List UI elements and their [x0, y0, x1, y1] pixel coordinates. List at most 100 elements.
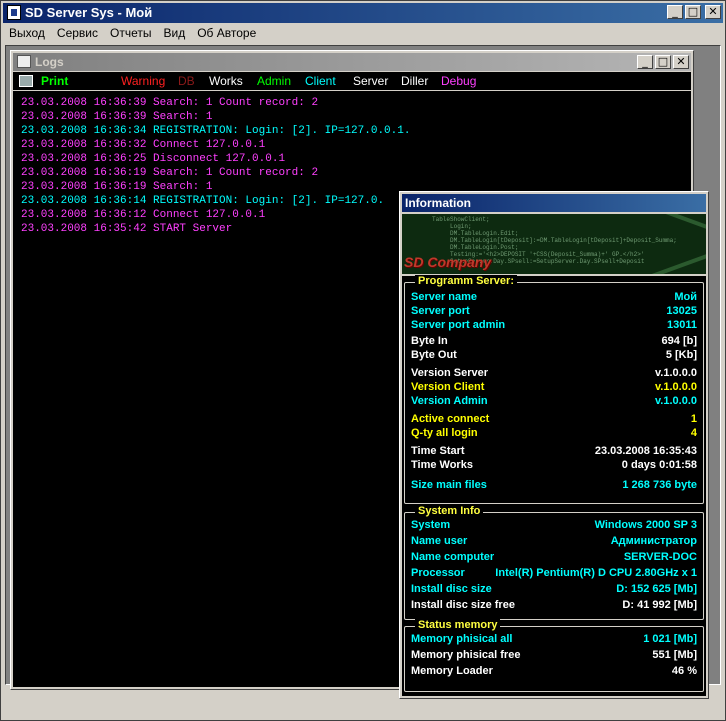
- info-row-label: Name user: [411, 535, 468, 547]
- log-filter-bar: Print Warning DB Works Admin Client Serv…: [13, 72, 691, 90]
- info-row-label: Version Admin: [411, 395, 488, 407]
- company-banner: TableShowClient; Login; DM.TableLogin.Ed…: [402, 214, 706, 274]
- info-row-label: Memory phisical all: [411, 633, 513, 645]
- logs-title: Logs: [35, 55, 64, 69]
- filter-warning[interactable]: Warning: [121, 74, 165, 88]
- log-line: 23.03.2008 16:36:34 REGISTRATION: Login:…: [21, 125, 411, 137]
- maximize-button[interactable]: □: [685, 5, 701, 19]
- info-row: Time Start 23.03.2008 16:35:43: [411, 445, 697, 459]
- menu-exit[interactable]: Выход: [3, 25, 51, 43]
- menu-about[interactable]: Об Авторе: [191, 25, 262, 43]
- company-logo: SD Company: [404, 254, 492, 270]
- info-row-label: Memory phisical free: [411, 649, 521, 661]
- info-row: Install disc size free D: 41 992 [Mb]: [411, 599, 697, 613]
- info-row-value: D: 41 992 [Mb]: [622, 599, 697, 611]
- info-row-value: 1 268 736 byte: [622, 479, 697, 491]
- filter-works[interactable]: Works: [209, 74, 243, 88]
- info-row: Name computer SERVER-DOC: [411, 551, 697, 565]
- info-row-value: 694 [b]: [661, 335, 697, 347]
- app-icon[interactable]: [7, 5, 21, 20]
- menu-view[interactable]: Вид: [157, 25, 191, 43]
- info-row-label: Server port: [411, 305, 470, 317]
- info-row: Memory phisical free 551 [Mb]: [411, 649, 697, 663]
- log-line: 23.03.2008 16:35:42 START Server: [21, 223, 233, 235]
- info-row-value: Администратор: [610, 535, 697, 547]
- info-row-value: 551 [Mb]: [652, 649, 697, 661]
- menu-service[interactable]: Сервис: [51, 25, 104, 43]
- log-line: 23.03.2008 16:36:25 Disconnect 127.0.0.1: [21, 153, 286, 165]
- info-row: System Windows 2000 SP 3: [411, 519, 697, 533]
- info-row-label: Byte In: [411, 335, 448, 347]
- info-row: Name user Администратор: [411, 535, 697, 549]
- info-row-label: Name computer: [411, 551, 495, 563]
- info-row-label: Install disc size free: [411, 599, 515, 611]
- info-row-value: 46 %: [671, 665, 697, 677]
- info-row-label: Byte Out: [411, 349, 457, 361]
- filter-debug[interactable]: Debug: [441, 74, 476, 88]
- info-row-value: SERVER-DOC: [623, 551, 697, 563]
- logs-title-bar[interactable]: Logs _ □ ✕: [13, 53, 691, 71]
- programm-server-group: Programm Server: Server name Мой Server po…: [404, 275, 704, 504]
- menu-bar: Выход Сервис Отчеты Вид Об Авторе: [3, 25, 723, 43]
- minimize-button[interactable]: _: [667, 5, 683, 19]
- info-row-label: Processor: [411, 567, 465, 579]
- log-line: 23.03.2008 16:36:39 Search: 1 Count reco…: [21, 97, 319, 109]
- info-row: Install disc size D: 152 625 [Mb]: [411, 583, 697, 597]
- info-row: Active connect 1: [411, 413, 697, 427]
- info-row-label: Version Server: [411, 367, 489, 379]
- filter-client[interactable]: Client: [305, 74, 336, 88]
- info-row-label: Time Works: [411, 459, 473, 471]
- filter-db[interactable]: DB: [178, 74, 195, 88]
- info-row-label: Active connect: [411, 413, 490, 425]
- printer-icon[interactable]: [19, 75, 33, 87]
- filter-print[interactable]: Print: [41, 74, 68, 88]
- logs-icon[interactable]: [17, 55, 31, 68]
- log-line: 23.03.2008 16:36:39 Search: 1: [21, 111, 213, 123]
- main-window: SD Server Sys - Мой _ □ ✕ Выход Сервис О…: [0, 0, 726, 721]
- info-row: Version Admin v.1.0.0.0: [411, 395, 697, 409]
- info-row-value: 0 days 0:01:58: [621, 459, 697, 471]
- info-row-label: Install disc size: [411, 583, 492, 595]
- status-memory-legend: Status memory: [415, 619, 501, 631]
- info-row-label: Memory Loader: [411, 665, 493, 677]
- info-row: Memory phisical all 1 021 [Mb]: [411, 633, 697, 647]
- log-line: 23.03.2008 16:36:19 Search: 1 Count reco…: [21, 167, 319, 179]
- info-row: Processor Intel(R) Pentium(R) D CPU 2.80G…: [411, 567, 697, 581]
- info-row-value: 5 [Kb]: [665, 349, 697, 361]
- logs-maximize-button[interactable]: □: [655, 55, 671, 69]
- title-bar[interactable]: SD Server Sys - Мой _ □ ✕: [3, 3, 723, 23]
- logs-minimize-button[interactable]: _: [637, 55, 653, 69]
- log-line: 23.03.2008 16:36:14 REGISTRATION: Login:…: [21, 195, 385, 207]
- log-line: 23.03.2008 16:36:32 Connect 127.0.0.1: [21, 139, 266, 151]
- info-row: Server port 13025: [411, 305, 697, 319]
- info-row: Server port admin 13011: [411, 319, 697, 333]
- info-panel: Programm Server: Server name Мой Server po…: [402, 275, 706, 696]
- menu-reports[interactable]: Отчеты: [104, 25, 157, 43]
- info-row-label: Server port admin: [411, 319, 506, 331]
- close-button[interactable]: ✕: [705, 5, 721, 19]
- info-row-value: Intel(R) Pentium(R) D CPU 2.80GHz x 1: [495, 567, 697, 579]
- information-title: Information: [405, 196, 471, 210]
- info-row-label: Server name: [411, 291, 478, 303]
- filter-admin[interactable]: Admin: [257, 74, 291, 88]
- information-window: Information TableShowClient; Login; DM.T…: [399, 191, 709, 699]
- info-row-label: Size main files: [411, 479, 487, 491]
- log-line: 23.03.2008 16:36:12 Connect 127.0.0.1: [21, 209, 266, 221]
- info-row-value: 13025: [666, 305, 697, 317]
- info-row-value: Windows 2000 SP 3: [594, 519, 697, 531]
- info-row-value: Мой: [674, 291, 697, 303]
- info-row: Byte Out 5 [Kb]: [411, 349, 697, 363]
- filter-server[interactable]: Server: [353, 74, 388, 88]
- info-row: Time Works 0 days 0:01:58: [411, 459, 697, 473]
- info-row-value: v.1.0.0.0: [655, 367, 697, 379]
- logs-close-button[interactable]: ✕: [673, 55, 689, 69]
- system-info-legend: System Info: [415, 505, 484, 517]
- info-row: Version Server v.1.0.0.0: [411, 367, 697, 381]
- filter-diller[interactable]: Diller: [401, 74, 428, 88]
- info-row: Memory Loader 46 %: [411, 665, 697, 679]
- information-title-bar[interactable]: Information: [402, 194, 706, 212]
- info-row-value: v.1.0.0.0: [655, 395, 697, 407]
- info-row: Byte In 694 [b]: [411, 335, 697, 349]
- info-row-value: D: 152 625 [Mb]: [616, 583, 697, 595]
- info-row-value: 1: [690, 413, 697, 425]
